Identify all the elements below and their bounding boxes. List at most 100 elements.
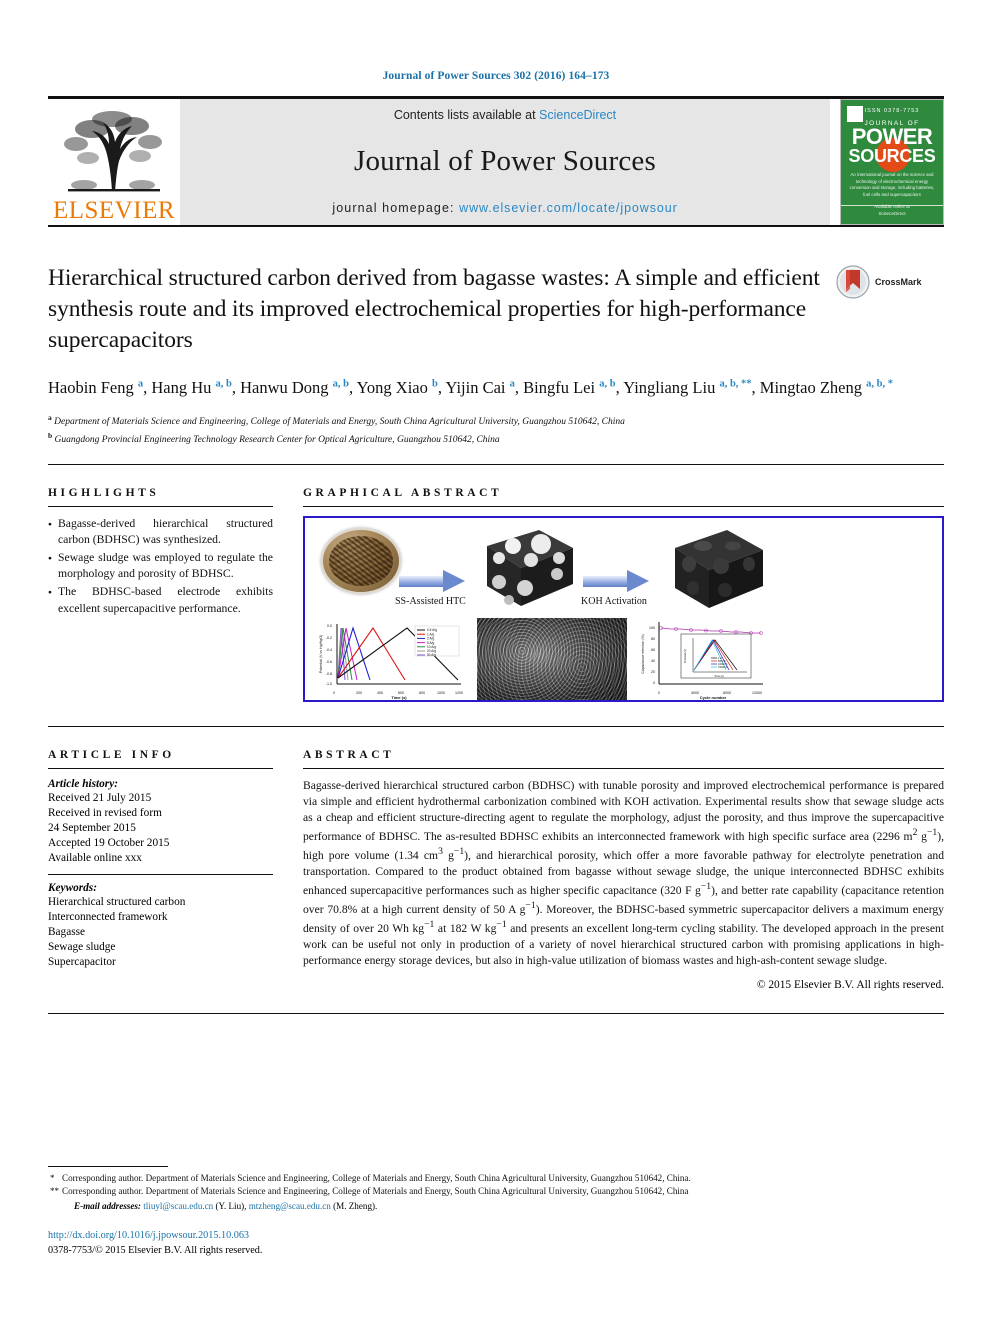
porous-carbon-block-2 (675, 529, 763, 608)
svg-text:1000: 1000 (437, 691, 445, 695)
svg-text:100: 100 (649, 626, 655, 630)
svg-text:Capacitance retention (%): Capacitance retention (%) (641, 634, 645, 673)
keyword-item: Supercapacitor (48, 955, 116, 968)
crossmark-badge[interactable]: CrossMark (836, 265, 944, 299)
corresponding-author-1-text: Corresponding author. Department of Mate… (62, 1172, 691, 1183)
graphical-abstract-column: GRAPHICAL ABSTRACT SS-Assisted HTC KOH A… (303, 487, 944, 702)
svg-text:-1.0: -1.0 (326, 682, 332, 686)
cover-footer-line2: ScienceDirect (878, 210, 906, 216)
list-item: Bagasse-derived hierarchical structured … (48, 516, 273, 549)
journal-homepage-line: journal homepage: www.elsevier.com/locat… (332, 201, 677, 215)
email-owner-liu: (Y. Liu), (215, 1200, 247, 1211)
title-block: Hierarchical structured carbon derived f… (48, 263, 944, 356)
article-history-accepted: Accepted 19 October 2015 (48, 836, 170, 849)
highlights-heading: HIGHLIGHTS (48, 486, 160, 499)
step-label-htc: SS-Assisted HTC (395, 595, 466, 607)
article-info-column: ARTICLE INFO Article history: Received 2… (48, 749, 303, 992)
list-item: The BDHSC-based electrode exhibits excel… (48, 584, 273, 617)
cover-footer: Available online at ScienceDirect (841, 203, 943, 217)
graphical-abstract-section-rule (48, 725, 944, 727)
process-arrow-1-icon (399, 569, 465, 592)
author-list: Haobin Feng a, Hang Hu a, b, Hanwu Dong … (48, 378, 893, 398)
keyword-item: Hierarchical structured carbon (48, 895, 186, 908)
cycling-stability-plot: 0 4000 8000 12000 100 80 60 40 20 0 1 st… (637, 617, 767, 700)
porous-carbon-block-1 (487, 529, 573, 606)
cover-blurb: An international journal on the science … (849, 172, 935, 198)
article-history-label: Article history: (48, 777, 118, 790)
article-history-received: Received 21 July 2015 (48, 791, 152, 804)
homepage-prefix: journal homepage: (332, 201, 460, 215)
elsevier-tree-icon (64, 111, 162, 192)
email-addresses-line: E-mail addresses: tliuyl@scau.edu.cn (Y.… (48, 1199, 944, 1214)
cover-power-word: POWER (851, 124, 933, 149)
sciencedirect-link[interactable]: ScienceDirect (539, 108, 616, 122)
graphical-abstract-image: SS-Assisted HTC KOH Activation 0 200 400… (309, 522, 938, 700)
article-history-revised-label: Received in revised form (48, 806, 162, 819)
svg-text:-0.6: -0.6 (326, 660, 332, 664)
abstract-copyright: © 2015 Elsevier B.V. All rights reserved… (756, 979, 944, 992)
crossmark-icon (836, 265, 870, 299)
svg-text:60: 60 (651, 648, 655, 652)
svg-text:800: 800 (419, 691, 425, 695)
elsevier-logo: ELSEVIER (48, 99, 180, 225)
graphical-abstract-rule (303, 505, 944, 507)
svg-text:15000 th: 15000 th (718, 666, 728, 669)
svg-text:Time (s): Time (s) (391, 695, 407, 700)
svg-text:0: 0 (653, 681, 655, 685)
keywords-label: Keywords: (48, 881, 97, 894)
cover-footer-line1: Available online at (874, 203, 910, 209)
cover-issn-line: ISSN 0378-7753 (864, 108, 920, 114)
affiliation-a-text: Department of Materials Science and Engi… (54, 416, 625, 427)
highlights-list: Bagasse-derived hierarchical structured … (48, 516, 273, 618)
page-title: Hierarchical structured carbon derived f… (48, 265, 820, 354)
highlights-graphical-row: HIGHLIGHTS Bagasse-derived hierarchical … (48, 487, 944, 702)
journal-masthead: ELSEVIER Contents lists available at Sci… (48, 96, 944, 225)
abstract-bottom-rule (48, 1013, 944, 1015)
svg-text:40: 40 (651, 659, 655, 663)
journal-homepage-link[interactable]: www.elsevier.com/locate/jpowsour (459, 201, 677, 215)
doi-link[interactable]: http://dx.doi.org/10.1016/j.jpowsour.201… (48, 1229, 944, 1244)
affiliation-b-text: Guangdong Provincial Engineering Technol… (54, 434, 500, 445)
masthead-bottom-rule (48, 225, 944, 227)
running-head: Journal of Power Sources 302 (2016) 164–… (382, 70, 610, 82)
abstract-rule (303, 767, 944, 769)
keywords-rule (48, 873, 273, 875)
graphical-abstract-heading: GRAPHICAL ABSTRACT (303, 486, 503, 499)
keyword-item: Bagasse (48, 925, 86, 938)
footnote-mark-single: * (50, 1172, 55, 1183)
keyword-item: Sewage sludge (48, 940, 116, 953)
footnote-mark-double: ** (50, 1186, 59, 1197)
footnote-rule (48, 1165, 168, 1167)
svg-text:-0.4: -0.4 (326, 648, 332, 652)
bagasse-sample-photo (321, 527, 401, 594)
journal-cover-thumbnail: ISSN 0378-7753 JOURNAL OF POWER SOURCES … (840, 99, 944, 225)
svg-text:1200: 1200 (455, 691, 463, 695)
svg-text:80: 80 (651, 637, 655, 641)
article-history-revised-date: 24 September 2015 (48, 821, 136, 834)
journal-band: Contents lists available at ScienceDirec… (180, 99, 830, 225)
svg-text:50 A/g: 50 A/g (427, 653, 436, 657)
svg-text:200: 200 (356, 691, 362, 695)
highlights-rule (48, 505, 273, 507)
corresponding-author-2-text: Corresponding author. Department of Mate… (62, 1186, 689, 1197)
email-link-liu[interactable]: tliuyl@scau.edu.cn (143, 1201, 213, 1211)
svg-text:Time (s): Time (s) (714, 674, 724, 678)
affiliation-b: b Guangdong Provincial Engineering Techn… (48, 430, 944, 448)
title-section-rule (48, 463, 944, 465)
contents-available-line: Contents lists available at ScienceDirec… (394, 108, 616, 122)
sem-micrograph (477, 617, 627, 700)
email-link-zheng[interactable]: mtzheng@scau.edu.cn (249, 1201, 331, 1211)
journal-article-page: Journal of Power Sources 302 (2016) 164–… (0, 0, 992, 1323)
cover-elsevier-mark (847, 106, 863, 122)
abstract-heading: ABSTRACT (303, 748, 395, 761)
corresponding-author-1: * Corresponding author. Department of Ma… (48, 1172, 944, 1186)
svg-text:12000: 12000 (752, 691, 762, 695)
svg-text:20: 20 (651, 670, 655, 674)
corresponding-author-2: ** Corresponding author. Department of M… (48, 1185, 944, 1199)
svg-text:Potential (V): Potential (V) (683, 648, 687, 662)
footnotes: * Corresponding author. Department of Ma… (48, 1165, 944, 1259)
crossmark-label: CrossMark (875, 277, 922, 287)
svg-text:400: 400 (377, 691, 383, 695)
svg-text:-0.8: -0.8 (326, 672, 332, 676)
contents-prefix: Contents lists available at (393, 108, 540, 122)
